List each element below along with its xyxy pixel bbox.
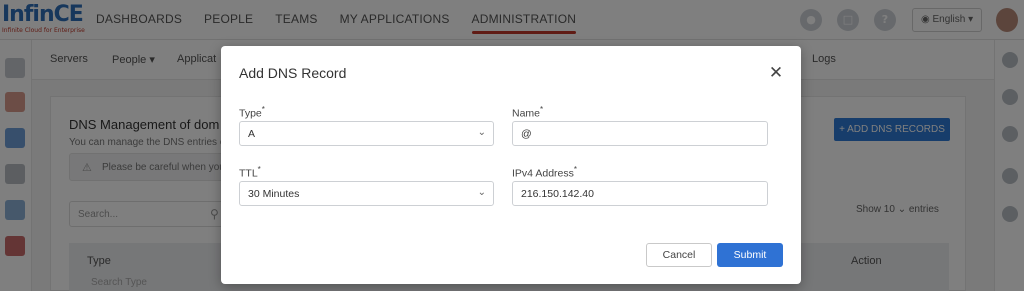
ipv4-input-value: 216.150.142.40 bbox=[521, 188, 594, 200]
type-label: Type* bbox=[239, 105, 265, 120]
chevron-down-icon: ⌄ bbox=[477, 187, 486, 198]
name-label-text: Name bbox=[512, 107, 541, 120]
add-dns-record-dialog: Add DNS Record ✕ Type* A ⌄ Name* @ TTL* … bbox=[221, 46, 801, 284]
name-label: Name* bbox=[512, 105, 543, 120]
ttl-label-text: TTL bbox=[239, 167, 258, 180]
type-label-text: Type bbox=[239, 107, 262, 120]
required-marker: * bbox=[261, 105, 265, 114]
cancel-button[interactable]: Cancel bbox=[646, 243, 712, 267]
submit-button[interactable]: Submit bbox=[717, 243, 783, 267]
ttl-select[interactable]: 30 Minutes ⌄ bbox=[239, 181, 494, 206]
type-select[interactable]: A ⌄ bbox=[239, 121, 494, 146]
ttl-label: TTL* bbox=[239, 165, 261, 180]
name-input[interactable]: @ bbox=[512, 121, 768, 146]
chevron-down-icon: ⌄ bbox=[477, 127, 486, 138]
ipv4-input[interactable]: 216.150.142.40 bbox=[512, 181, 768, 206]
name-input-value: @ bbox=[521, 128, 532, 140]
type-select-value: A bbox=[248, 128, 256, 140]
ipv4-label-text: IPv4 Address bbox=[512, 167, 574, 180]
required-marker: * bbox=[540, 105, 544, 114]
ttl-select-value: 30 Minutes bbox=[248, 188, 300, 200]
required-marker: * bbox=[257, 165, 261, 174]
ipv4-label: IPv4 Address* bbox=[512, 165, 577, 180]
dialog-title: Add DNS Record bbox=[239, 65, 347, 81]
required-marker: * bbox=[573, 165, 577, 174]
close-icon[interactable]: ✕ bbox=[767, 64, 785, 82]
